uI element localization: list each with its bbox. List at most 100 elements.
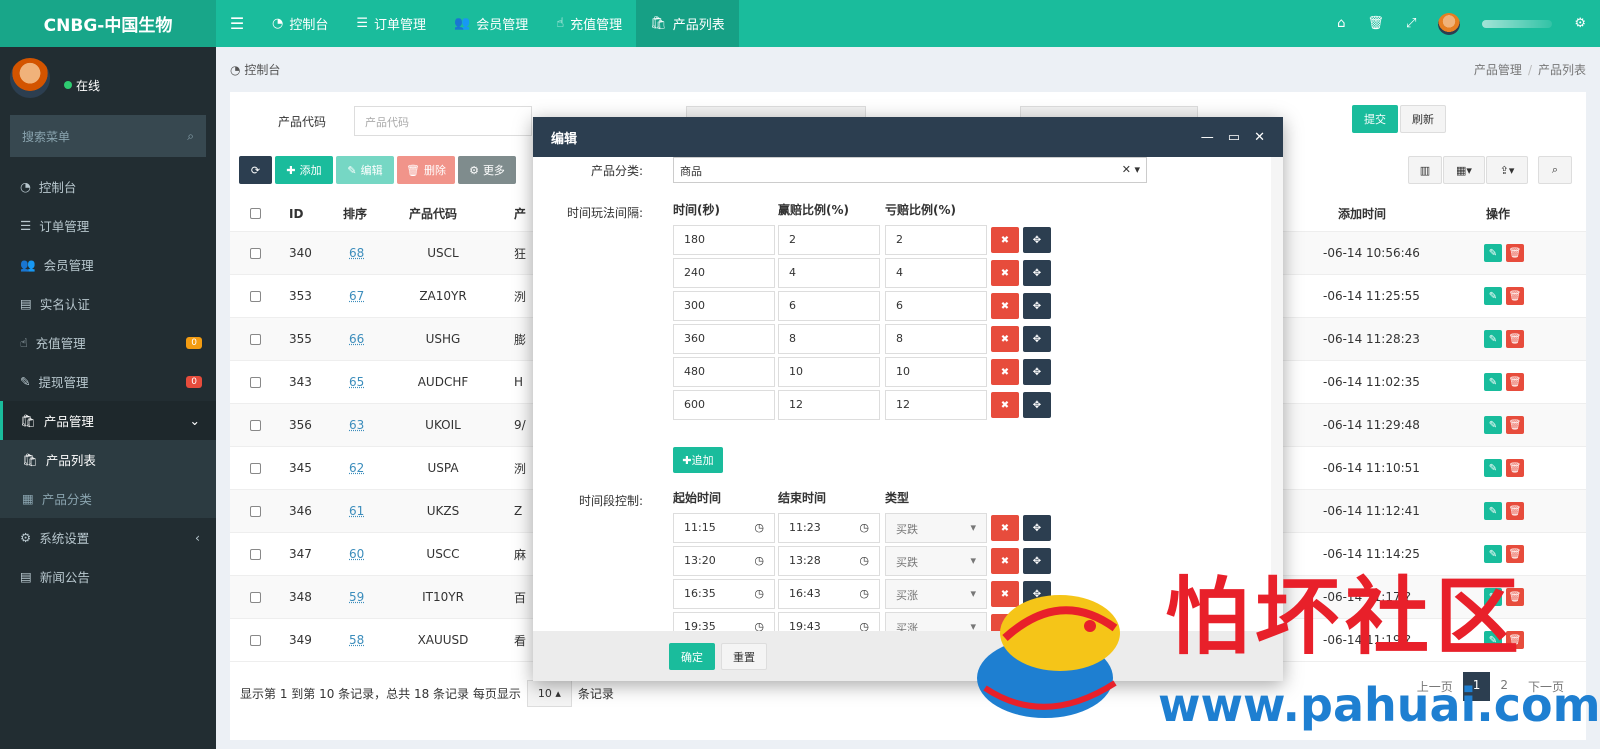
remove-row-button[interactable]: ✖ bbox=[991, 359, 1019, 385]
cell-sort-link[interactable]: 58 bbox=[349, 633, 364, 647]
interval-time-input[interactable]: 180 bbox=[673, 225, 775, 255]
row-checkbox[interactable] bbox=[250, 591, 261, 603]
delete-trash-icon[interactable]: 🗑 bbox=[1506, 416, 1524, 434]
clear-chevron-icon[interactable]: ✕ ▾ bbox=[1122, 163, 1140, 177]
interval-win-input[interactable]: 12 bbox=[778, 390, 880, 420]
user-avatar[interactable] bbox=[1438, 12, 1461, 35]
search-icon[interactable]: ⌕ bbox=[187, 129, 194, 144]
interval-loss-input[interactable]: 6 bbox=[885, 291, 987, 321]
period-end-input[interactable]: 16:43 ◷ bbox=[778, 579, 880, 609]
period-start-input[interactable]: 19:35 ◷ bbox=[673, 612, 775, 631]
move-row-button[interactable]: ✥ bbox=[1023, 392, 1051, 418]
interval-loss-input[interactable]: 12 bbox=[885, 390, 987, 420]
cell-sort-link[interactable]: 68 bbox=[349, 246, 364, 260]
interval-loss-input[interactable]: 8 bbox=[885, 324, 987, 354]
header-sort[interactable]: 排序 bbox=[343, 205, 367, 222]
interval-loss-input[interactable]: 2 bbox=[885, 225, 987, 255]
confirm-button[interactable]: 确定 bbox=[669, 643, 715, 670]
settings-icon[interactable]: ⚙ bbox=[1574, 16, 1586, 31]
reload-button[interactable]: ⟳ bbox=[239, 156, 272, 184]
interval-time-input[interactable]: 480 bbox=[673, 357, 775, 387]
delete-trash-icon[interactable]: 🗑 bbox=[1506, 373, 1524, 391]
row-checkbox[interactable] bbox=[250, 548, 261, 560]
cell-sort-link[interactable]: 66 bbox=[349, 332, 364, 346]
remove-row-button[interactable]: ✖ bbox=[991, 392, 1019, 418]
period-end-input[interactable]: 13:28 ◷ bbox=[778, 546, 880, 576]
delete-button[interactable]: 🗑 删除 bbox=[397, 156, 455, 184]
row-checkbox[interactable] bbox=[250, 505, 261, 517]
delete-trash-icon[interactable]: 🗑 bbox=[1506, 330, 1524, 348]
sidebar-item-4[interactable]: ☝ 充值管理 0 bbox=[0, 323, 216, 362]
period-end-input[interactable]: 19:43 ◷ bbox=[778, 612, 880, 631]
search-toggle-button[interactable]: ⌕ bbox=[1538, 156, 1572, 184]
export-button[interactable]: ⇪▾ bbox=[1486, 156, 1528, 184]
sidebar-item-3[interactable]: ▤ 实名认证 bbox=[0, 284, 216, 323]
edit-pencil-icon[interactable]: ✎ bbox=[1484, 373, 1502, 391]
sidebar-item-8[interactable]: ▦ 产品分类 bbox=[0, 479, 216, 518]
sidebar-item-7[interactable]: 🛍 产品列表 bbox=[0, 440, 216, 479]
header-time[interactable]: 添加时间 bbox=[1338, 205, 1386, 222]
interval-win-input[interactable]: 4 bbox=[778, 258, 880, 288]
sidebar-item-2[interactable]: 👥 会员管理 bbox=[0, 245, 216, 284]
remove-row-button[interactable]: ✖ bbox=[991, 227, 1019, 253]
row-checkbox[interactable] bbox=[250, 419, 261, 431]
interval-time-input[interactable]: 600 bbox=[673, 390, 775, 420]
columns-toggle-button[interactable]: ▥ bbox=[1408, 156, 1442, 184]
row-checkbox[interactable] bbox=[250, 333, 261, 345]
edit-pencil-icon[interactable]: ✎ bbox=[1484, 416, 1502, 434]
close-icon[interactable]: ✕ bbox=[1254, 130, 1265, 145]
remove-period-button[interactable]: ✖ bbox=[991, 515, 1019, 541]
maximize-icon[interactable]: ▭ bbox=[1228, 130, 1240, 145]
breadcrumb-home[interactable]: ◔ 控制台 bbox=[230, 61, 280, 78]
interval-win-input[interactable]: 10 bbox=[778, 357, 880, 387]
interval-win-input[interactable]: 8 bbox=[778, 324, 880, 354]
cell-sort-link[interactable]: 61 bbox=[349, 504, 364, 518]
row-checkbox[interactable] bbox=[250, 376, 261, 388]
minimize-icon[interactable]: — bbox=[1201, 130, 1214, 145]
interval-time-input[interactable]: 240 bbox=[673, 258, 775, 288]
append-button[interactable]: ✚ 追加 bbox=[673, 447, 723, 473]
period-start-input[interactable]: 13:20 ◷ bbox=[673, 546, 775, 576]
period-type-select[interactable]: 买跌 ▾ bbox=[885, 513, 987, 543]
cell-sort-link[interactable]: 60 bbox=[349, 547, 364, 561]
more-button[interactable]: ⚙ 更多 bbox=[458, 156, 516, 184]
menu-toggle-icon[interactable]: ☰ bbox=[216, 14, 258, 33]
sidebar-search-input[interactable]: 搜索菜单 ⌕ bbox=[10, 115, 206, 157]
delete-trash-icon[interactable]: 🗑 bbox=[1506, 502, 1524, 520]
topnav-item-4[interactable]: 🛍 产品列表 bbox=[636, 0, 739, 47]
cell-sort-link[interactable]: 65 bbox=[349, 375, 364, 389]
topnav-item-2[interactable]: 👥 会员管理 bbox=[440, 0, 542, 47]
category-select[interactable]: 商品 ✕ ▾ bbox=[673, 157, 1147, 183]
move-row-button[interactable]: ✥ bbox=[1023, 293, 1051, 319]
sidebar-item-0[interactable]: ◔ 控制台 bbox=[0, 167, 216, 206]
period-end-input[interactable]: 11:23 ◷ bbox=[778, 513, 880, 543]
interval-time-input[interactable]: 360 bbox=[673, 324, 775, 354]
delete-trash-icon[interactable]: 🗑 bbox=[1506, 244, 1524, 262]
header-code[interactable]: 产品代码 bbox=[409, 205, 457, 222]
interval-loss-input[interactable]: 10 bbox=[885, 357, 987, 387]
edit-pencil-icon[interactable]: ✎ bbox=[1484, 244, 1502, 262]
sidebar-item-9[interactable]: ⚙ 系统设置 ‹ bbox=[0, 518, 216, 557]
edit-pencil-icon[interactable]: ✎ bbox=[1484, 330, 1502, 348]
topnav-item-0[interactable]: ◔ 控制台 bbox=[258, 0, 342, 47]
cell-sort-link[interactable]: 59 bbox=[349, 590, 364, 604]
cell-sort-link[interactable]: 62 bbox=[349, 461, 364, 475]
period-start-input[interactable]: 11:15 ◷ bbox=[673, 513, 775, 543]
add-button[interactable]: ✚ 添加 bbox=[275, 156, 333, 184]
delete-trash-icon[interactable]: 🗑 bbox=[1506, 287, 1524, 305]
refresh-button[interactable]: 刷新 bbox=[1400, 105, 1446, 133]
page-size-select[interactable]: 10 ▴ bbox=[526, 680, 572, 707]
fullscreen-icon[interactable]: ⤢ bbox=[1406, 16, 1416, 31]
interval-win-input[interactable]: 6 bbox=[778, 291, 880, 321]
sidebar-item-1[interactable]: ☰ 订单管理 bbox=[0, 206, 216, 245]
remove-row-button[interactable]: ✖ bbox=[991, 293, 1019, 319]
topnav-item-3[interactable]: ☝ 充值管理 bbox=[542, 0, 636, 47]
topnav-item-1[interactable]: ☰ 订单管理 bbox=[342, 0, 440, 47]
header-name[interactable]: 产 bbox=[514, 205, 526, 222]
edit-pencil-icon[interactable]: ✎ bbox=[1484, 459, 1502, 477]
move-row-button[interactable]: ✥ bbox=[1023, 359, 1051, 385]
remove-row-button[interactable]: ✖ bbox=[991, 260, 1019, 286]
move-row-button[interactable]: ✥ bbox=[1023, 260, 1051, 286]
cell-sort-link[interactable]: 67 bbox=[349, 289, 364, 303]
row-checkbox[interactable] bbox=[250, 462, 261, 474]
